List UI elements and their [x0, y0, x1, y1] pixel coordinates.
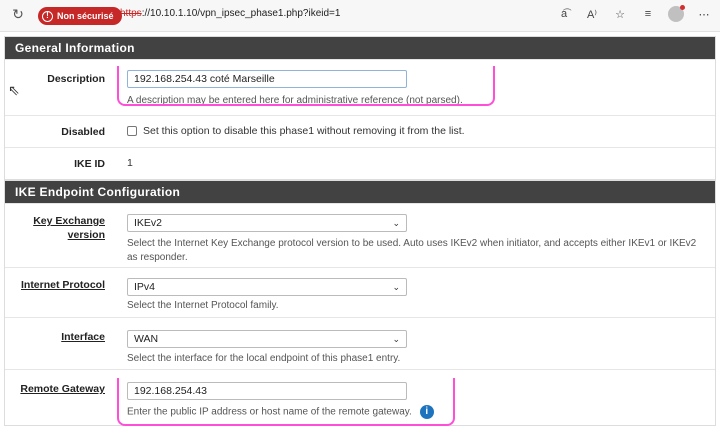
ike-endpoint-header: IKE Endpoint Configuration [5, 181, 715, 203]
interface-wrap: WAN ⌄ [127, 330, 407, 348]
key-exchange-value: IKEv2 [134, 217, 163, 229]
browser-actions: a͡ A⁾ ☆ ≡ ⋯ [556, 5, 712, 22]
more-icon[interactable]: ⋯ [696, 8, 712, 21]
internet-protocol-value: IPv4 [134, 281, 156, 293]
key-exchange-label-line1: Key Exchange [33, 215, 105, 227]
disabled-label: Disabled [61, 126, 105, 138]
read-aloud-icon[interactable]: a͡ [556, 8, 572, 20]
chevron-down-icon: ⌄ [392, 282, 400, 292]
key-exchange-label-line2: version [67, 229, 105, 241]
remote-gateway-row: Remote Gateway 192.168.254.43 Enter the … [5, 369, 715, 425]
key-exchange-select[interactable]: IKEv2 ⌄ [127, 214, 407, 232]
info-icon[interactable]: i [419, 405, 434, 419]
collections-icon[interactable]: ≡ [640, 8, 656, 20]
interface-help: Select the interface for the local endpo… [127, 353, 401, 364]
disabled-text: Set this option to disable this phase1 w… [143, 125, 465, 137]
address-bar[interactable]: https://10.10.1.10/vpn_ipsec_phase1.php?… [120, 8, 340, 19]
description-input[interactable]: 192.168.254.43 coté Marseille [127, 70, 407, 88]
url-protocol: https [120, 8, 142, 19]
key-exchange-row: Key Exchange version IKEv2 ⌄ Select the … [5, 203, 715, 267]
general-information-panel: General Information Description 192.168.… [4, 36, 716, 180]
key-exchange-help: Select the Internet Key Exchange protoco… [127, 238, 697, 263]
description-label: Description [47, 73, 105, 85]
warning-icon: ! [42, 10, 53, 22]
description-help: A description may be entered here for ad… [127, 95, 463, 106]
general-information-header: General Information [5, 37, 715, 59]
interface-select[interactable]: WAN ⌄ [127, 330, 407, 348]
disabled-row: Disabled Set this option to disable this… [5, 115, 715, 147]
internet-protocol-select[interactable]: IPv4 ⌄ [127, 278, 407, 296]
ike-id-value: 1 [127, 157, 133, 169]
key-exchange-label[interactable]: Key Exchange version [5, 214, 105, 242]
browser-toolbar: ↻ ! Non sécurisé https://10.10.1.10/vpn_… [0, 0, 720, 32]
description-row: Description 192.168.254.43 coté Marseill… [5, 59, 715, 115]
favorite-icon[interactable]: ☆ [612, 8, 628, 21]
security-badge[interactable]: ! Non sécurisé [38, 7, 122, 25]
ike-id-row: IKE ID 1 [5, 147, 715, 179]
ike-id-label: IKE ID [74, 158, 105, 170]
internet-protocol-help: Select the Internet Protocol family. [127, 300, 279, 311]
profile-icon[interactable] [668, 5, 685, 22]
internet-protocol-wrap: IPv4 ⌄ [127, 278, 407, 296]
disabled-checkbox[interactable] [127, 126, 137, 136]
remote-gateway-wrap: 192.168.254.43 [127, 382, 407, 400]
internet-protocol-label[interactable]: Internet Protocol [5, 278, 105, 292]
key-exchange-wrap: IKEv2 ⌄ [127, 214, 407, 232]
chevron-down-icon: ⌄ [392, 218, 400, 228]
disabled-option: Set this option to disable this phase1 w… [127, 125, 705, 137]
remote-gateway-help-line: Enter the public IP address or host name… [127, 405, 705, 420]
remote-gateway-label[interactable]: Remote Gateway [5, 382, 105, 396]
ike-endpoint-panel: IKE Endpoint Configuration Key Exchange … [4, 180, 716, 426]
text-size-icon[interactable]: A⁾ [584, 8, 600, 21]
security-label: Non sécurisé [57, 11, 114, 21]
reload-icon[interactable]: ↻ [10, 6, 26, 22]
internet-protocol-row: Internet Protocol IPv4 ⌄ Select the Inte… [5, 267, 715, 317]
interface-value: WAN [134, 333, 159, 345]
description-field-wrap: 192.168.254.43 coté Marseille [127, 70, 407, 88]
url-path: ://10.10.1.10/vpn_ipsec_phase1.php?ikeid… [141, 8, 341, 19]
interface-row: Interface WAN ⌄ Select the interface for… [5, 317, 715, 369]
chevron-down-icon: ⌄ [392, 334, 400, 344]
remote-gateway-input[interactable]: 192.168.254.43 [127, 382, 407, 400]
remote-gateway-help: Enter the public IP address or host name… [127, 406, 412, 418]
interface-label[interactable]: Interface [5, 330, 105, 344]
